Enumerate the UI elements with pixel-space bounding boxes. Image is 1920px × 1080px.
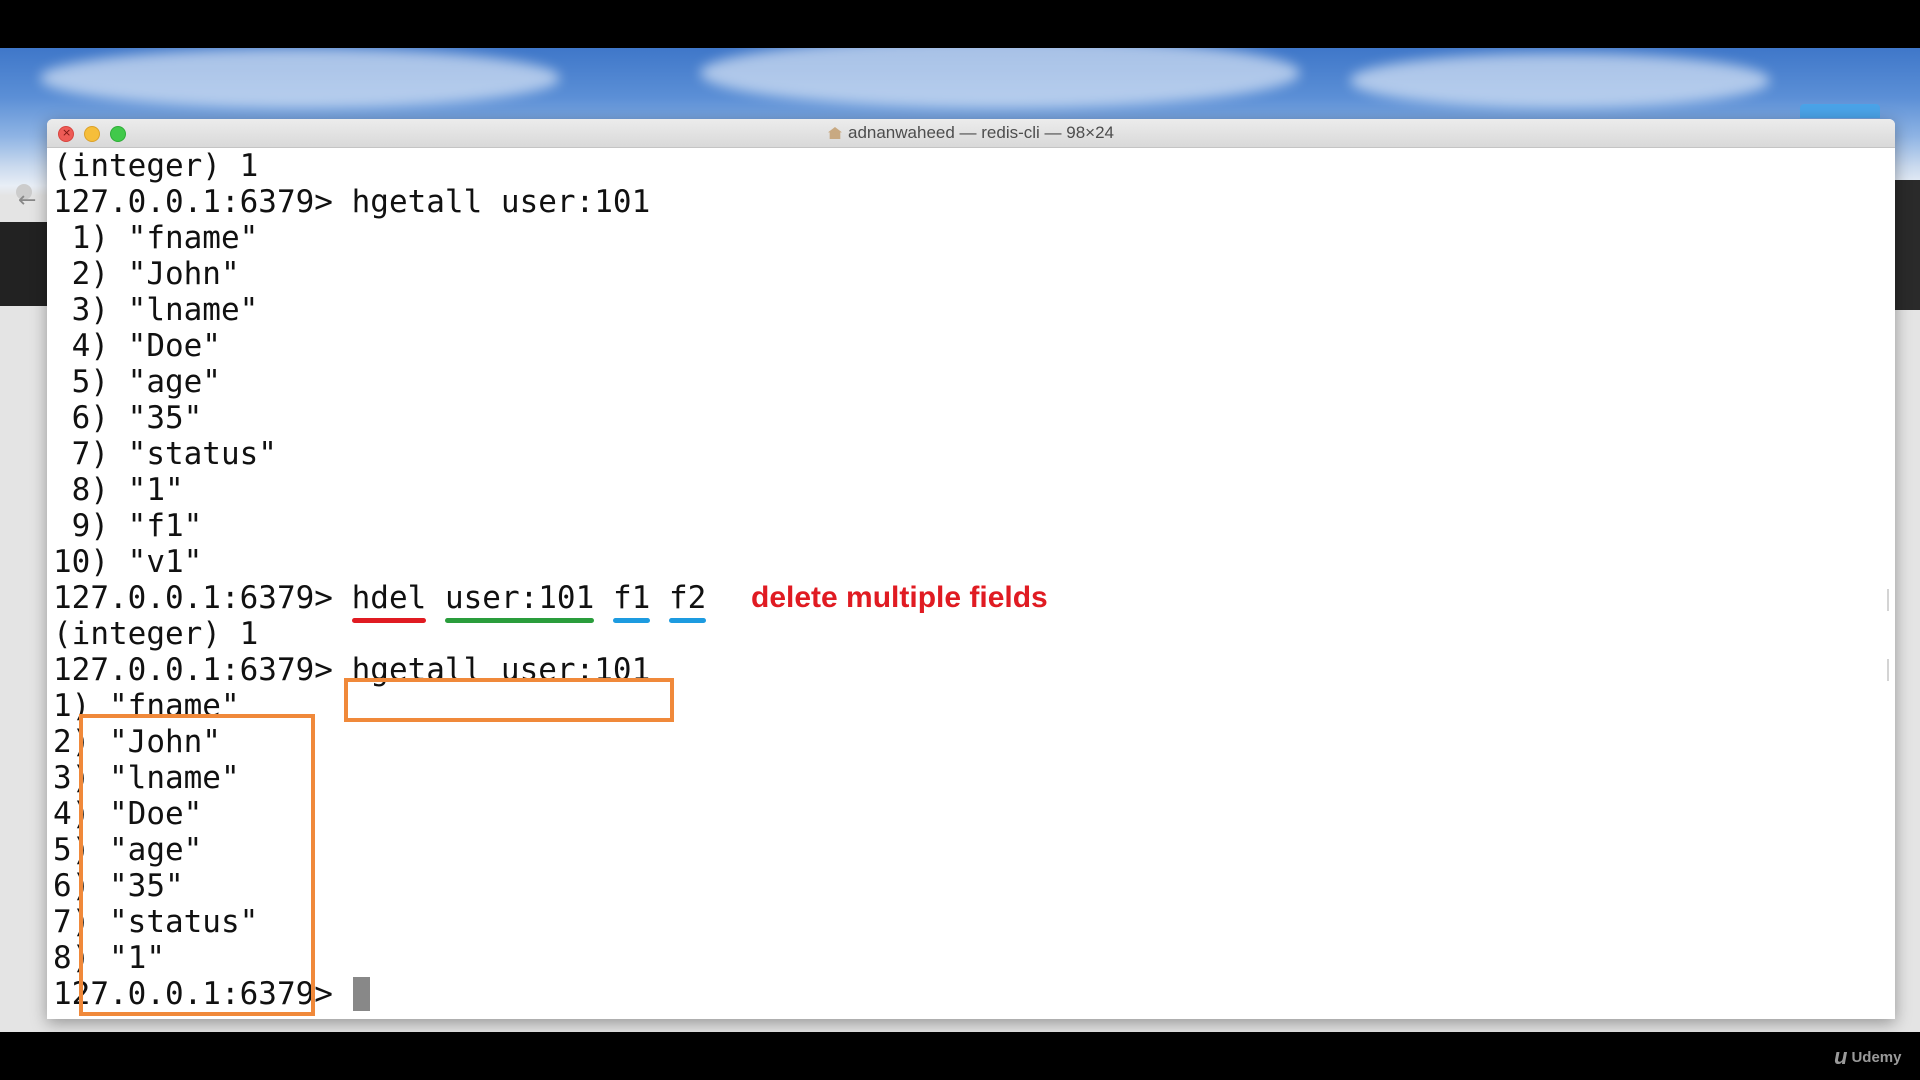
window-edge-mark: [1887, 659, 1889, 681]
field-2-word: f2: [668, 580, 707, 616]
background-window-edge: [1892, 180, 1920, 310]
window-edge-mark: [1887, 589, 1889, 611]
output-line: 4) "Doe": [53, 796, 203, 832]
output-line: 1) "fname": [53, 220, 259, 256]
hash-key: user:101: [444, 580, 595, 623]
letterbox-top: [0, 0, 1920, 48]
output-line: 2) "John": [53, 256, 240, 292]
hdel-command-line: 127.0.0.1:6379> hdel user:101 f1 f2 delet…: [53, 580, 1895, 623]
highlight-box-command: [344, 678, 674, 722]
hdel-command: hdel: [351, 580, 427, 623]
udemy-logo-icon: u: [1834, 1044, 1848, 1069]
cloud: [1350, 53, 1770, 108]
output-line: 1) "fname": [53, 688, 240, 724]
output-line: 5) "age": [53, 364, 221, 400]
back-arrow-icon: ←: [18, 188, 37, 213]
output-line: 7) "status": [53, 436, 277, 472]
output-line: (integer) 1: [53, 148, 259, 184]
output-line: 6) "35": [53, 868, 184, 904]
udemy-watermark-text: Udemy: [1851, 1049, 1902, 1066]
field-1: f1: [612, 580, 651, 623]
home-icon: [827, 127, 842, 139]
field-1-word: f1: [612, 580, 651, 616]
output-line: 3) "lname": [53, 760, 240, 796]
highlight-box-result: [79, 714, 315, 1016]
command-line: 127.0.0.1:6379> hgetall user:101: [53, 184, 651, 220]
field-2: f2: [668, 580, 707, 623]
output-line: 6) "35": [53, 400, 203, 436]
prompt-line[interactable]: 127.0.0.1:6379>: [53, 976, 1895, 1012]
text-cursor: [352, 977, 370, 1011]
window-title-text: adnanwaheed — redis-cli — 98×24: [847, 123, 1115, 142]
window-title: adnanwaheed — redis-cli — 98×24: [47, 119, 1895, 147]
output-line: 7) "status": [53, 904, 259, 940]
output-line: 3) "lname": [53, 292, 259, 328]
folder-icon: [1800, 104, 1880, 118]
terminal-output[interactable]: (integer) 1 127.0.0.1:6379> hgetall user…: [47, 148, 1895, 1016]
annotation-note: delete multiple fields: [751, 581, 1048, 614]
output-line: 8) "1": [53, 472, 184, 508]
output-line: 9) "f1": [53, 508, 203, 544]
title-bar[interactable]: × adnanwaheed — redis-cli — 98×24: [47, 119, 1895, 148]
output-line: 5) "age": [53, 832, 203, 868]
letterbox-bottom: [0, 1032, 1920, 1080]
output-line: (integer) 1: [53, 616, 259, 652]
output-line: 8) "1": [53, 940, 165, 976]
cloud: [40, 48, 560, 108]
cloud: [700, 48, 1300, 108]
terminal-window[interactable]: × adnanwaheed — redis-cli — 98×24 (integ…: [47, 119, 1895, 1019]
command-line: 127.0.0.1:6379> hgetall user:101: [53, 652, 669, 688]
output-line: 10) "v1": [53, 544, 203, 580]
key-word: user:101: [444, 580, 595, 616]
output-line: 4) "Doe": [53, 328, 221, 364]
prompt: 127.0.0.1:6379>: [53, 580, 352, 616]
command-word: hdel: [351, 580, 427, 616]
udemy-watermark: u Udemy: [1834, 1044, 1901, 1070]
output-line: 2) "John": [53, 724, 221, 760]
